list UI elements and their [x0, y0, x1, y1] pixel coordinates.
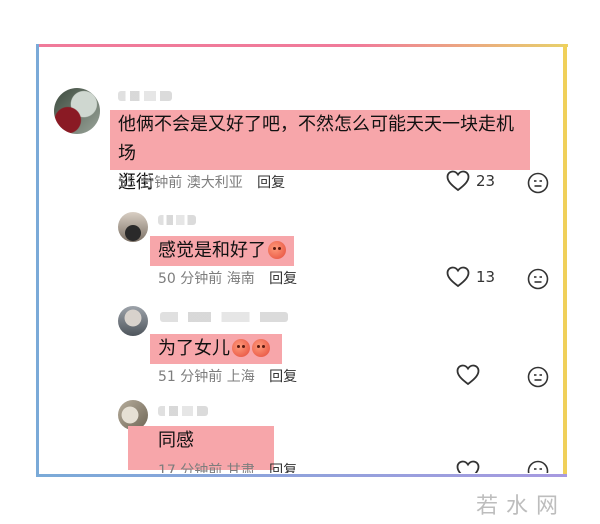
emoji-icon	[252, 339, 270, 357]
comment-time: 17 分钟前	[158, 463, 223, 473]
comment-text: 感觉是和好了	[150, 236, 294, 266]
emoji-icon	[268, 241, 286, 259]
username-blurred[interactable]	[118, 91, 172, 101]
username-blurred[interactable]	[158, 215, 196, 225]
like-count: 13	[476, 268, 496, 286]
avatar[interactable]	[118, 306, 148, 336]
comment-time: 50 分钟前	[158, 271, 223, 287]
reply-button[interactable]: 回复	[269, 271, 297, 287]
comment-meta: 17 分钟前 甘肃 回复	[158, 460, 297, 473]
heart-icon	[446, 170, 470, 192]
heart-icon	[456, 460, 480, 473]
username-blurred[interactable]	[160, 312, 288, 322]
username-blurred[interactable]	[158, 406, 208, 416]
like-button[interactable]	[456, 364, 480, 386]
avatar[interactable]	[118, 212, 148, 242]
frame-top-border	[36, 44, 568, 47]
comment-text: 他俩不会是又好了吧，不然怎么可能天天一块走机场 逛街	[110, 110, 530, 193]
comment-text: 为了女儿	[150, 334, 282, 364]
comment-location: 上海	[226, 369, 255, 385]
like-count: 23	[476, 172, 496, 190]
emoji-icon	[232, 339, 250, 357]
reply-button[interactable]: 回复	[257, 175, 285, 191]
comment-meta: 55 分钟前 澳大利亚 回复	[118, 172, 285, 192]
comment-location: 海南	[226, 271, 255, 287]
comment-text-line: 感觉是和好了	[158, 240, 266, 261]
frame-left-border	[36, 44, 39, 476]
dislike-icon[interactable]	[527, 268, 549, 290]
comment-text-line: 同感	[158, 430, 194, 451]
comment-meta: 50 分钟前 海南 回复	[158, 268, 297, 288]
comment-text-line: 为了女儿	[158, 338, 230, 359]
heart-icon	[456, 364, 480, 386]
dislike-icon-clip	[527, 460, 549, 473]
comment-text-line: 他俩不会是又好了吧，不然怎么可能天天一块走机场	[118, 114, 514, 164]
dislike-icon[interactable]	[527, 172, 549, 194]
like-button[interactable]: 13	[446, 266, 495, 288]
reply-button[interactable]: 回复	[269, 463, 297, 473]
comment-meta: 51 分钟前 上海 回复	[158, 366, 297, 386]
comment-location: 澳大利亚	[186, 175, 243, 191]
like-button[interactable]	[456, 460, 480, 473]
frame-right-border	[563, 44, 567, 476]
watermark: 若水网	[476, 494, 567, 519]
reply-button[interactable]: 回复	[269, 369, 297, 385]
comment-time: 51 分钟前	[158, 369, 223, 385]
dislike-icon[interactable]	[527, 366, 549, 388]
comment-thread: 他俩不会是又好了吧，不然怎么可能天天一块走机场 逛街 55 分钟前 澳大利亚 回…	[0, 0, 600, 524]
comment-time: 55 分钟前	[118, 175, 183, 191]
frame-bottom-border	[36, 474, 567, 477]
comment-location: 甘肃	[226, 463, 255, 473]
heart-icon	[446, 266, 470, 288]
avatar[interactable]	[54, 88, 100, 134]
like-button[interactable]: 23	[446, 170, 495, 192]
dislike-icon[interactable]	[527, 460, 549, 473]
